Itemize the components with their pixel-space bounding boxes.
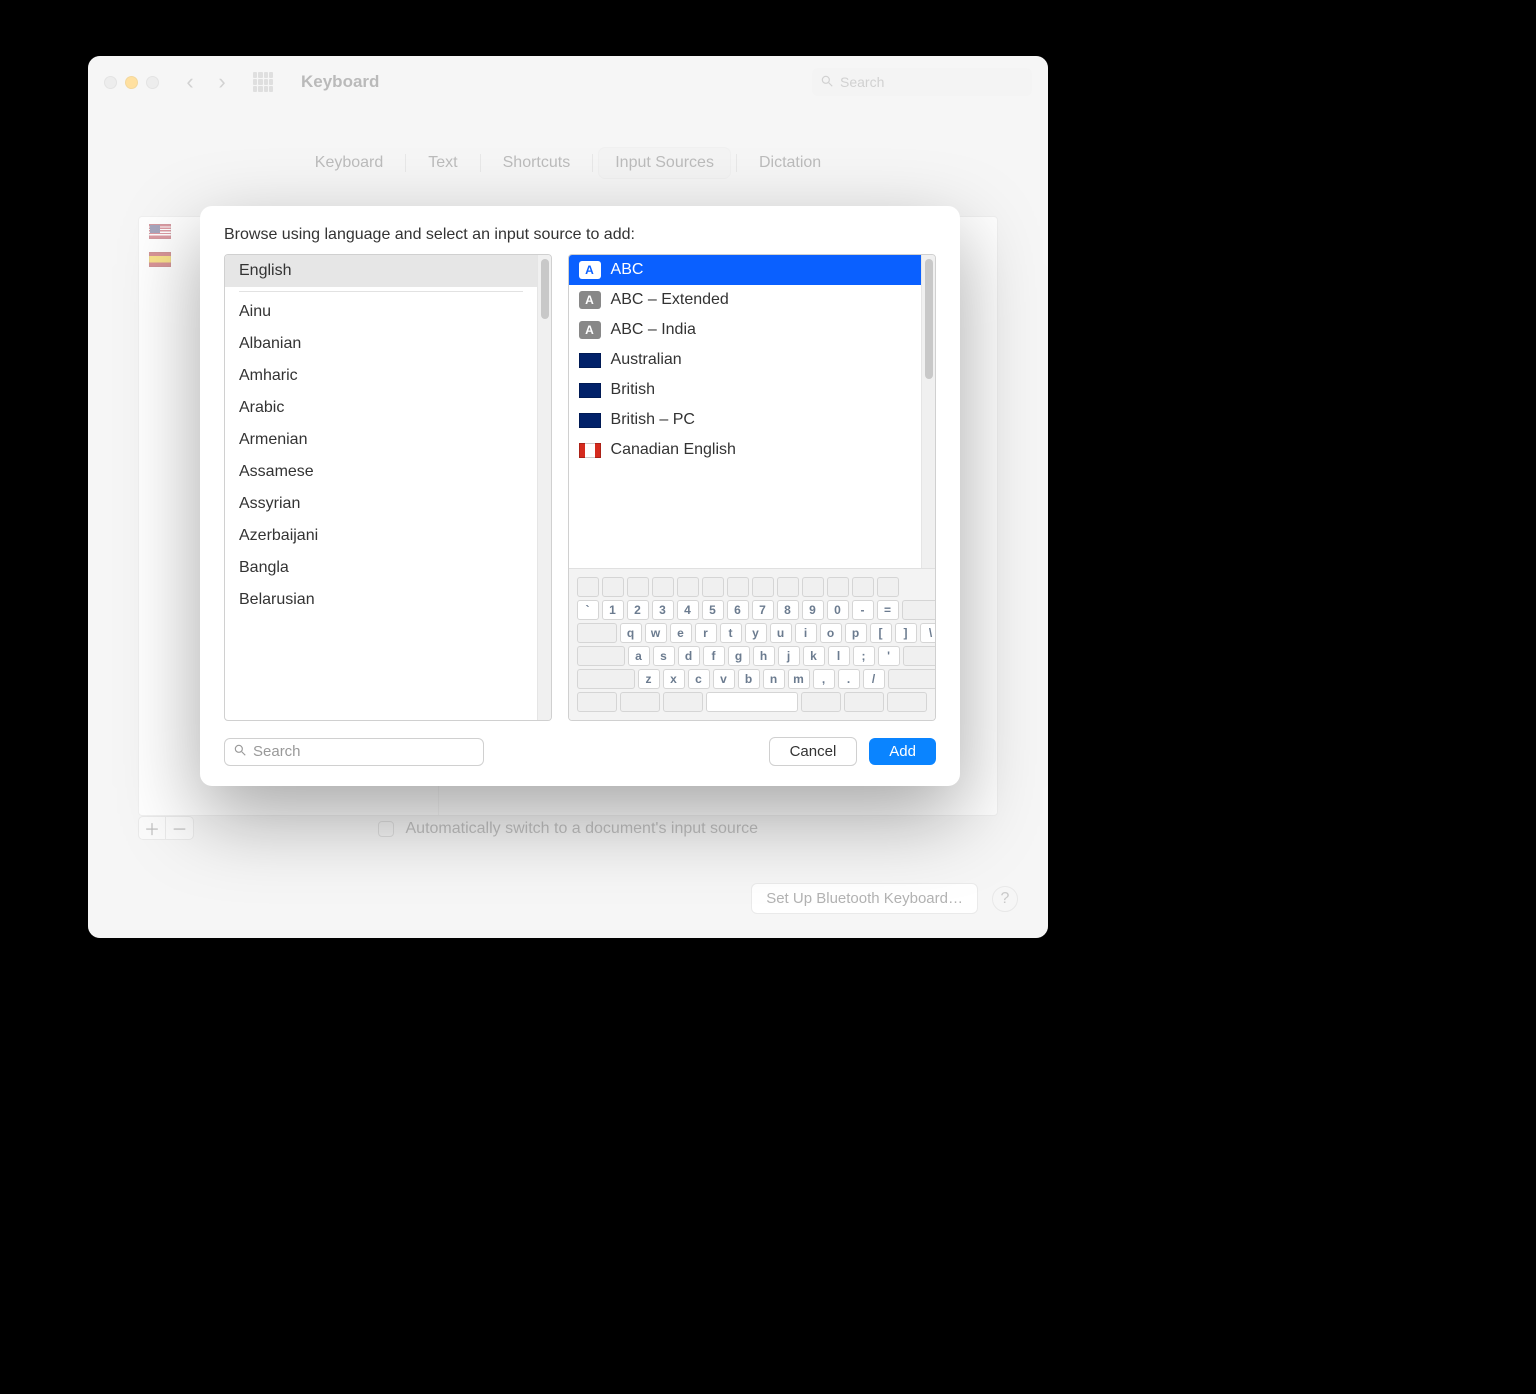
keyboard-badge-icon: A: [579, 321, 601, 339]
input-source-label: ABC – India: [611, 321, 696, 339]
key: -: [852, 600, 874, 620]
key: z: [638, 669, 660, 689]
language-item[interactable]: Bangla: [225, 552, 537, 584]
keyboard-preview: `1234567890-= qwertyuiop[]\ asdfghjkl;' zxc…: [569, 568, 935, 720]
key: ,: [813, 669, 835, 689]
language-scrollbar[interactable]: [537, 255, 551, 720]
input-source-item[interactable]: A ABC: [569, 255, 921, 285]
key: g: [728, 646, 750, 666]
key: ]: [895, 623, 917, 643]
add-button[interactable]: Add: [869, 738, 936, 765]
key: f: [703, 646, 725, 666]
input-source-label: British – PC: [611, 411, 695, 429]
key: 5: [702, 600, 724, 620]
language-list[interactable]: English AinuAlbanianAmharicArabicArmenian…: [225, 255, 537, 720]
key: ;: [853, 646, 875, 666]
language-item[interactable]: Armenian: [225, 424, 537, 456]
language-item[interactable]: Assamese: [225, 456, 537, 488]
key: q: [620, 623, 642, 643]
language-item[interactable]: Belarusian: [225, 584, 537, 616]
key: ': [878, 646, 900, 666]
modal-footer: Search Cancel Add: [224, 721, 936, 766]
key: d: [678, 646, 700, 666]
key: x: [663, 669, 685, 689]
modal-search[interactable]: Search: [224, 738, 484, 766]
key: 6: [727, 600, 749, 620]
input-source-list[interactable]: A ABC A ABC – Extended A ABC – India Australia…: [569, 255, 921, 568]
language-item[interactable]: Ainu: [225, 296, 537, 328]
key: 2: [627, 600, 649, 620]
scrollbar-thumb[interactable]: [541, 259, 549, 319]
key: .: [838, 669, 860, 689]
key: m: [788, 669, 810, 689]
key: h: [753, 646, 775, 666]
key: /: [863, 669, 885, 689]
key: 9: [802, 600, 824, 620]
key: y: [745, 623, 767, 643]
key: 1: [602, 600, 624, 620]
key: \: [920, 623, 936, 643]
scrollbar-thumb[interactable]: [925, 259, 933, 379]
key: u: [770, 623, 792, 643]
input-source-label: Canadian English: [611, 441, 736, 459]
key: 4: [677, 600, 699, 620]
keyboard-badge-icon: A: [579, 261, 601, 279]
input-source-label: ABC: [611, 261, 644, 279]
preferences-window: ‹ › Keyboard Search KeyboardTextShortcut…: [88, 56, 1048, 938]
language-item[interactable]: Assyrian: [225, 488, 537, 520]
input-source-item[interactable]: A ABC – Extended: [569, 285, 921, 315]
language-item[interactable]: English: [225, 255, 537, 287]
key: n: [763, 669, 785, 689]
modal-search-placeholder: Search: [253, 743, 301, 760]
modal-title: Browse using language and select an inpu…: [224, 226, 936, 244]
input-source-item[interactable]: Canadian English: [569, 435, 921, 465]
key: j: [778, 646, 800, 666]
input-source-item[interactable]: British: [569, 375, 921, 405]
keyboard-badge-icon: A: [579, 291, 601, 309]
key: 7: [752, 600, 774, 620]
input-source-item[interactable]: Australian: [569, 345, 921, 375]
key: c: [688, 669, 710, 689]
key: l: [828, 646, 850, 666]
input-source-label: British: [611, 381, 655, 399]
search-icon: [233, 743, 247, 761]
key: s: [653, 646, 675, 666]
key: [: [870, 623, 892, 643]
source-pane: A ABC A ABC – Extended A ABC – India Australia…: [568, 254, 936, 721]
key: v: [713, 669, 735, 689]
key: r: [695, 623, 717, 643]
key: =: [877, 600, 899, 620]
flag-uk-icon: [579, 413, 601, 428]
key: 8: [777, 600, 799, 620]
key: p: [845, 623, 867, 643]
language-item[interactable]: Azerbaijani: [225, 520, 537, 552]
input-source-label: Australian: [611, 351, 682, 369]
language-item[interactable]: Amharic: [225, 360, 537, 392]
key: e: [670, 623, 692, 643]
language-item[interactable]: Arabic: [225, 392, 537, 424]
key: i: [795, 623, 817, 643]
key: a: [628, 646, 650, 666]
input-source-item[interactable]: British – PC: [569, 405, 921, 435]
input-source-label: ABC – Extended: [611, 291, 729, 309]
language-item[interactable]: Albanian: [225, 328, 537, 360]
key: 3: [652, 600, 674, 620]
key: `: [577, 600, 599, 620]
key: k: [803, 646, 825, 666]
input-source-item[interactable]: A ABC – India: [569, 315, 921, 345]
key: o: [820, 623, 842, 643]
key: b: [738, 669, 760, 689]
source-scrollbar[interactable]: [921, 255, 935, 568]
flag-uk-icon: [579, 383, 601, 398]
flag-ca-icon: [579, 443, 601, 458]
add-input-source-modal: Browse using language and select an inpu…: [200, 206, 960, 786]
key: w: [645, 623, 667, 643]
language-pane: English AinuAlbanianAmharicArabicArmenian…: [224, 254, 552, 721]
key: t: [720, 623, 742, 643]
cancel-button[interactable]: Cancel: [769, 737, 858, 766]
flag-au-icon: [579, 353, 601, 368]
key: 0: [827, 600, 849, 620]
